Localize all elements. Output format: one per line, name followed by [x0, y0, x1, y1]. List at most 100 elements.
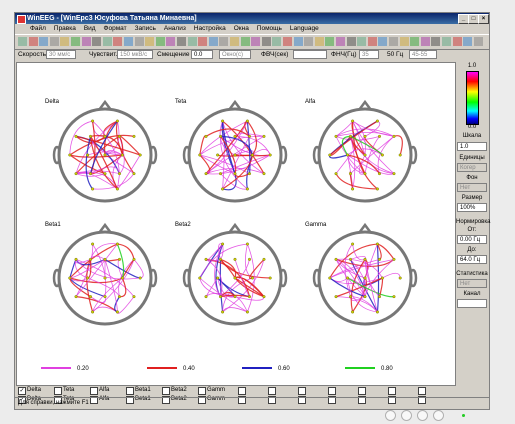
toolbar-button[interactable]: [314, 37, 324, 46]
toolbar-button[interactable]: [272, 37, 282, 46]
toolbar-button[interactable]: [39, 37, 49, 46]
toolbar-button[interactable]: [293, 37, 303, 46]
toolbar-button[interactable]: [378, 37, 388, 46]
toolbar-button[interactable]: [155, 37, 165, 46]
toolbar-button[interactable]: [18, 37, 27, 46]
background-label: Фон: [466, 175, 478, 181]
toolbar-button[interactable]: [442, 37, 451, 46]
monitor-button[interactable]: [385, 410, 396, 421]
channel-checkbox[interactable]: [418, 387, 426, 395]
channel-checkbox[interactable]: [162, 387, 170, 395]
toolbar-button[interactable]: [304, 37, 314, 46]
toolbar-button[interactable]: [198, 37, 208, 46]
toolbar-button[interactable]: [410, 37, 420, 46]
channel-checkbox[interactable]: ✓: [18, 387, 26, 395]
channel-checkbox[interactable]: [388, 387, 396, 395]
title-bar: WinEEG - [WinEpc3 Юсуфова Татьяна Минаев…: [15, 13, 489, 24]
toolbar-button[interactable]: [187, 37, 197, 46]
electrode: [115, 310, 119, 314]
toolbar-button[interactable]: [261, 37, 271, 46]
toolbar-button[interactable]: [145, 37, 155, 46]
toolbar-button[interactable]: [357, 37, 367, 46]
toolbar-button[interactable]: [325, 37, 335, 46]
toolbar-button[interactable]: [81, 37, 91, 46]
notch-select[interactable]: 45-55: [409, 50, 437, 59]
toolbar-button[interactable]: [28, 37, 38, 46]
electrode: [233, 295, 237, 299]
toolbar-button[interactable]: [71, 37, 80, 46]
toolbar-button[interactable]: [389, 37, 398, 46]
channel-checkbox[interactable]: [328, 387, 336, 395]
toolbar-button[interactable]: [134, 37, 144, 46]
toolbar-button[interactable]: [124, 37, 133, 46]
to-input[interactable]: 64.0 Гц: [457, 255, 487, 264]
lpf-select[interactable]: 35: [359, 50, 379, 59]
scale-select[interactable]: 1.0: [457, 142, 487, 151]
window-select[interactable]: Окно(с): [219, 50, 251, 59]
channel-checkbox[interactable]: [358, 387, 366, 395]
toolbar-button[interactable]: [367, 37, 377, 46]
map-label: Gamma: [305, 222, 327, 228]
channel-checkbox[interactable]: [238, 387, 246, 395]
from-input[interactable]: 0.00 Гц: [457, 235, 487, 244]
menu-record[interactable]: Запись: [132, 24, 159, 34]
menu-language[interactable]: Language: [287, 24, 322, 34]
menu-edit[interactable]: Правка: [51, 24, 79, 34]
menu-format[interactable]: Формат: [101, 24, 130, 34]
offset-input[interactable]: 0.0: [191, 50, 213, 59]
electrode: [392, 295, 396, 299]
units-select[interactable]: Когер: [457, 163, 487, 172]
monitor-button[interactable]: [401, 410, 412, 421]
toolbar-button[interactable]: [177, 37, 186, 46]
menu-settings[interactable]: Настройка: [191, 24, 229, 34]
toolbar-button[interactable]: [336, 37, 345, 46]
toolbar-button[interactable]: [283, 37, 292, 46]
toolbar-button[interactable]: [230, 37, 239, 46]
toolbar-button[interactable]: [219, 37, 229, 46]
channel-checkbox[interactable]: [90, 387, 98, 395]
toolbar-button[interactable]: [452, 37, 462, 46]
electrode: [89, 172, 93, 176]
channel-checkbox[interactable]: [54, 387, 62, 395]
close-icon[interactable]: ×: [478, 14, 489, 24]
size-select[interactable]: 100%: [457, 203, 487, 212]
channel-checkbox[interactable]: [268, 387, 276, 395]
electrode: [68, 153, 72, 157]
menu-view[interactable]: Вид: [81, 24, 99, 34]
toolbar-button[interactable]: [240, 37, 250, 46]
channel-checkbox[interactable]: [198, 387, 206, 395]
electrode: [262, 257, 266, 261]
electrode: [363, 295, 367, 299]
toolbar-button[interactable]: [399, 37, 409, 46]
electrode: [245, 119, 249, 123]
channel-checkbox[interactable]: [298, 387, 306, 395]
monitor-button[interactable]: [417, 410, 428, 421]
channel-checkbox[interactable]: [126, 387, 134, 395]
menu-windows[interactable]: Окна: [231, 24, 252, 34]
coherence-maps-area: Delta Teta Alfa Beta1 Beta2 Gamma 0.20 0.40 0.60…: [16, 62, 456, 386]
toolbar-button[interactable]: [208, 37, 218, 46]
speed-select[interactable]: 30 мм/с: [46, 50, 76, 59]
toolbar-button[interactable]: [346, 37, 356, 46]
toolbar-button[interactable]: [431, 37, 441, 46]
sensitivity-select[interactable]: 150 мкВ/с: [117, 50, 153, 59]
menu-analysis[interactable]: Анализ: [161, 24, 189, 34]
toolbar-button[interactable]: [166, 37, 176, 46]
electrode: [363, 257, 367, 261]
toolbar-button[interactable]: [49, 37, 59, 46]
toolbar-button[interactable]: [473, 37, 483, 46]
channel-select[interactable]: [457, 299, 487, 308]
statistics-select[interactable]: Нет: [457, 279, 487, 288]
toolbar-button[interactable]: [92, 37, 102, 46]
toolbar-button[interactable]: [102, 37, 112, 46]
toolbar-button[interactable]: [60, 37, 70, 46]
menu-help[interactable]: Помощь: [254, 24, 285, 34]
hpf-select[interactable]: [293, 50, 327, 59]
toolbar-button[interactable]: [251, 37, 261, 46]
menu-file[interactable]: Файл: [27, 24, 49, 34]
toolbar-button[interactable]: [463, 37, 473, 46]
toolbar-button[interactable]: [420, 37, 430, 46]
monitor-button[interactable]: [433, 410, 444, 421]
background-select[interactable]: Нет: [457, 183, 487, 192]
toolbar-button[interactable]: [113, 37, 123, 46]
